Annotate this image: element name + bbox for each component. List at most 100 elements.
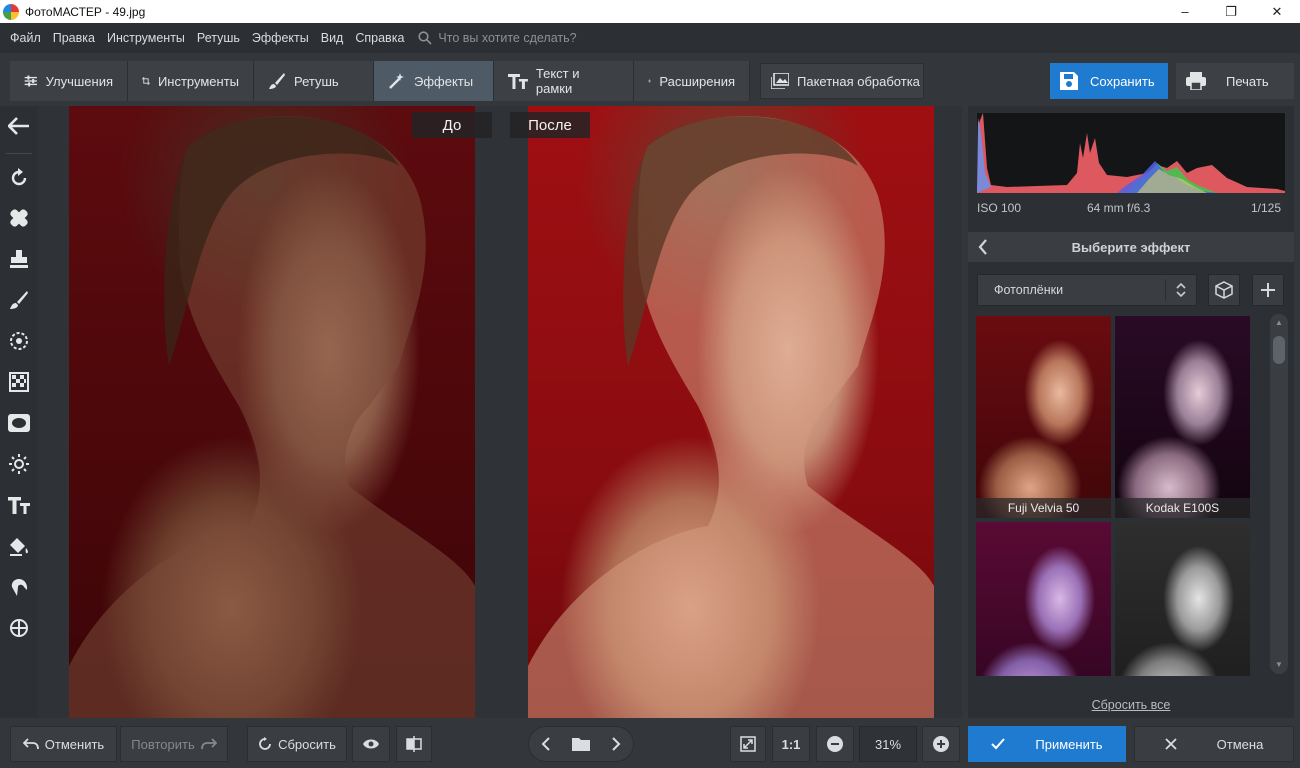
menu-retouch[interactable]: Ретушь	[191, 31, 246, 45]
zoom-out-button[interactable]	[816, 726, 854, 762]
toolbar-divider	[6, 153, 32, 154]
brush-icon[interactable]	[7, 288, 31, 312]
menu-tools[interactable]: Инструменты	[101, 31, 191, 45]
floppy-disk-icon	[1060, 72, 1078, 90]
tab-effects-label: Эффекты	[414, 73, 474, 89]
effect-category-select[interactable]: Фотоплёнки	[977, 274, 1197, 306]
undo-button[interactable]: Отменить	[10, 726, 117, 762]
back-arrow-icon[interactable]	[7, 114, 31, 138]
rotate-icon[interactable]	[7, 166, 31, 190]
liquify-icon[interactable]	[7, 575, 31, 599]
redo-label: Повторить	[131, 736, 195, 752]
text-icon[interactable]	[7, 493, 31, 517]
menu-effects[interactable]: Эффекты	[246, 31, 315, 45]
scroll-up-icon[interactable]: ▲	[1274, 318, 1284, 328]
batch-processing-label: Пакетная обработка	[797, 73, 920, 89]
chevron-left-icon[interactable]	[978, 239, 988, 258]
thumbnails-scrollbar[interactable]: ▲ ▼	[1270, 314, 1288, 674]
vignette-icon[interactable]	[7, 411, 31, 435]
portrait-silhouette-after	[528, 116, 934, 718]
reset-all-link[interactable]: Сбросить все	[968, 698, 1294, 712]
tab-retouch[interactable]: Ретушь	[254, 61, 374, 101]
open-folder-icon[interactable]	[566, 729, 596, 759]
menu-view[interactable]: Вид	[315, 31, 350, 45]
effect-thumb-kodak-e100s[interactable]: Kodak E100S	[1115, 316, 1250, 518]
magic-wand-icon	[389, 73, 404, 89]
effect-thumb-purple[interactable]	[976, 522, 1111, 676]
maximize-button[interactable]: ❐	[1208, 0, 1254, 23]
checkmark-icon	[991, 738, 1006, 750]
updown-arrows-icon	[1176, 282, 1186, 301]
clone-stamp-icon[interactable]	[7, 247, 31, 271]
scroll-down-icon[interactable]: ▼	[1274, 660, 1284, 670]
minimize-button[interactable]: –	[1162, 0, 1208, 23]
minus-circle-icon	[827, 736, 843, 752]
fill-bucket-icon[interactable]	[7, 534, 31, 558]
target-icon[interactable]	[7, 616, 31, 640]
lens-value: 64 mm f/6.3	[1087, 201, 1151, 215]
after-photo	[528, 106, 934, 718]
apply-button[interactable]: Применить	[968, 726, 1126, 762]
apply-label: Применить	[1035, 736, 1103, 752]
redo-icon	[200, 738, 217, 750]
effect-thumb-fuji-velvia[interactable]: Fuji Velvia 50	[976, 316, 1111, 518]
reset-label: Сбросить	[278, 736, 336, 752]
tab-enhance-label: Улучшения	[45, 73, 113, 89]
app-logo-icon	[3, 3, 19, 20]
cancel-button[interactable]: Отмена	[1134, 726, 1294, 762]
next-image-icon[interactable]	[601, 729, 631, 759]
scrollbar-thumb[interactable]	[1273, 336, 1285, 364]
tab-extensions[interactable]: Расширения	[634, 61, 750, 101]
search-icon	[418, 31, 432, 45]
title-bar: ФотоМАСТЕР - 49.jpg – ❐ ✕	[0, 0, 1300, 23]
fit-to-screen-button[interactable]	[730, 726, 766, 762]
radial-filter-icon[interactable]	[7, 329, 31, 353]
effect-category-value: Фотоплёнки	[994, 283, 1064, 297]
light-sun-icon[interactable]	[7, 452, 31, 476]
3d-lut-button[interactable]	[1208, 274, 1240, 306]
zoom-level[interactable]: 31%	[859, 726, 917, 762]
tab-effects[interactable]: Эффекты	[374, 61, 494, 101]
portrait-silhouette-before	[69, 116, 475, 718]
after-label: После	[510, 112, 590, 138]
before-photo	[69, 106, 475, 718]
command-search[interactable]: Что вы хотите сделать?	[418, 31, 577, 45]
zoom-in-button[interactable]	[922, 726, 960, 762]
sliders-icon	[24, 75, 37, 87]
reset-button[interactable]: Сбросить	[247, 726, 347, 762]
printer-icon	[1186, 72, 1206, 90]
exif-info: ISO 100 64 mm f/6.3 1/125	[977, 201, 1285, 215]
eye-icon	[363, 739, 379, 749]
image-navigation	[528, 726, 634, 762]
healing-brush-icon[interactable]	[7, 206, 31, 230]
preview-toggle-button[interactable]	[352, 726, 390, 762]
compare-split-button[interactable]	[396, 726, 432, 762]
add-effect-button[interactable]	[1252, 274, 1284, 306]
gradient-filter-icon[interactable]	[7, 370, 31, 394]
menu-file[interactable]: Файл	[4, 31, 47, 45]
before-label: До	[412, 112, 492, 138]
actual-size-button[interactable]: 1:1	[772, 726, 810, 762]
effect-thumb-label: Kodak E100S	[1115, 498, 1250, 518]
redo-button[interactable]: Повторить	[120, 726, 228, 762]
print-button[interactable]: Печать	[1176, 63, 1294, 99]
menu-help[interactable]: Справка	[349, 31, 410, 45]
plus-circle-icon	[933, 736, 949, 752]
prev-image-icon[interactable]	[531, 729, 561, 759]
tab-tools[interactable]: Инструменты	[128, 61, 254, 101]
main-tabs: Улучшения Инструменты Ретушь Эффекты Тек…	[10, 61, 750, 101]
close-button[interactable]: ✕	[1254, 0, 1300, 23]
image-canvas[interactable]: До После	[38, 106, 962, 718]
brush-icon	[269, 73, 285, 89]
effects-header: Выберите эффект	[968, 232, 1294, 262]
tab-enhance[interactable]: Улучшения	[10, 61, 128, 101]
batch-processing-button[interactable]: Пакетная обработка	[760, 63, 924, 99]
effect-thumb-monochrome[interactable]	[1115, 522, 1250, 676]
save-button[interactable]: Сохранить	[1050, 63, 1168, 99]
reset-icon	[259, 737, 271, 750]
tab-text-frames[interactable]: Текст и рамки	[494, 61, 634, 101]
print-label: Печать	[1226, 73, 1269, 89]
plus-icon	[1261, 283, 1275, 297]
plus-icon	[648, 79, 652, 83]
menu-edit[interactable]: Правка	[47, 31, 101, 45]
